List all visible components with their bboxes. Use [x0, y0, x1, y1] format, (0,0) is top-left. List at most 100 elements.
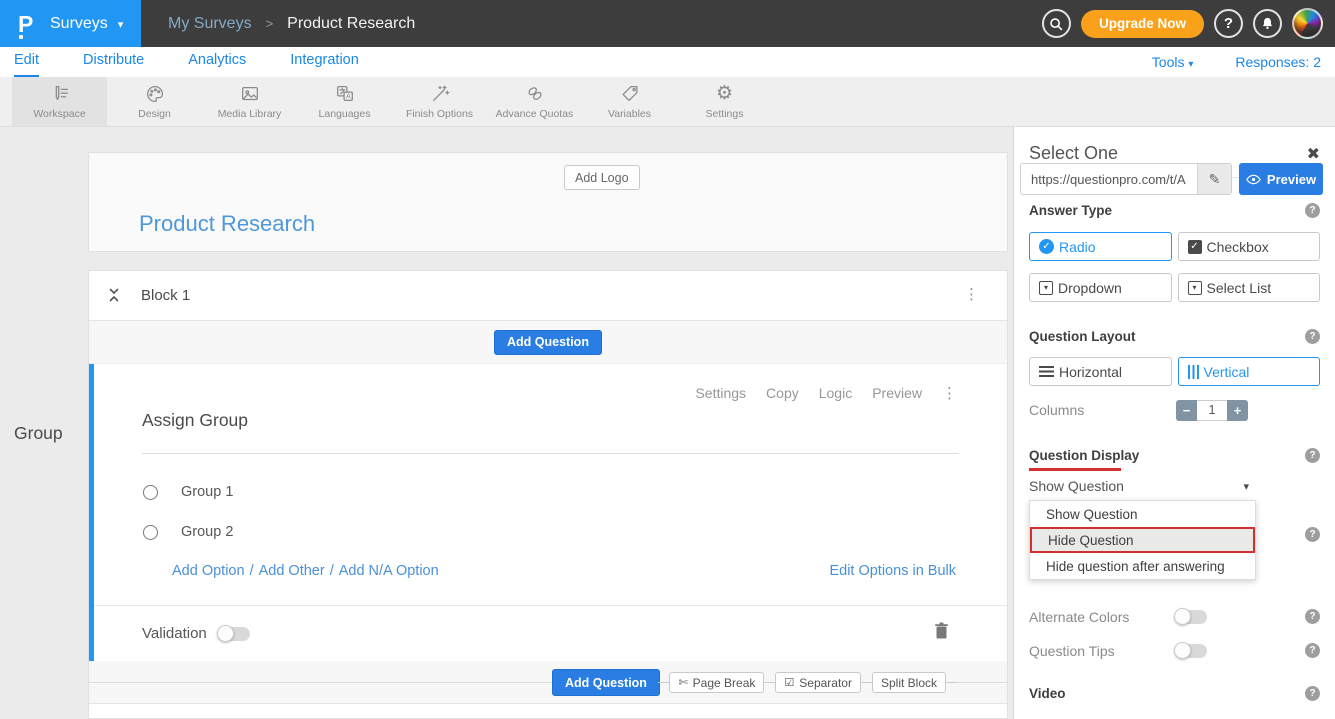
dropdown-option-hide-question[interactable]: Hide Question [1030, 527, 1255, 553]
toolbar-item-media-library[interactable]: Media Library [202, 77, 297, 126]
upgrade-now-button[interactable]: Upgrade Now [1081, 10, 1204, 38]
question-kebab-menu-icon[interactable]: ⋮ [942, 384, 957, 402]
tools-dropdown[interactable]: Tools ▾ [1152, 54, 1194, 70]
question-settings-link[interactable]: Settings [695, 385, 746, 401]
toolbar-item-label: Advance Quotas [496, 108, 574, 120]
answer-type-dropdown-button[interactable]: ▾ Dropdown [1029, 273, 1172, 302]
question-logic-link[interactable]: Logic [819, 385, 852, 401]
columns-value[interactable]: 1 [1197, 400, 1227, 421]
preview-button[interactable]: Preview [1239, 163, 1323, 195]
help-icon[interactable]: ? [1305, 203, 1320, 218]
dropdown-option-hide-after-answering[interactable]: Hide question after answering [1030, 553, 1255, 579]
help-icon[interactable]: ? [1305, 686, 1320, 701]
validation-toggle[interactable] [219, 627, 250, 641]
help-icon[interactable]: ? [1305, 527, 1320, 542]
question-display-select[interactable]: Show Question ▾ [1029, 478, 1256, 494]
add-option-link[interactable]: Add Option [172, 563, 245, 579]
tab-distribute[interactable]: Distribute [83, 47, 144, 77]
help-icon[interactable]: ? [1305, 643, 1320, 658]
gear-icon: ⚙ [716, 83, 733, 105]
validation-row: Validation [94, 605, 1007, 661]
add-na-option-link[interactable]: Add N/A Option [339, 563, 439, 579]
answer-option-label[interactable]: Group 2 [181, 524, 233, 540]
add-question-button-top[interactable]: Add Question [494, 330, 602, 355]
responses-count[interactable]: Responses: 2 [1235, 54, 1321, 70]
toolbar-item-settings[interactable]: ⚙ Settings [677, 77, 772, 126]
split-block-button[interactable]: Split Block [872, 672, 946, 693]
add-question-strip-top: Add Question [89, 321, 1007, 364]
answer-option-row[interactable]: Group 1 [143, 484, 233, 500]
tab-bar: Edit Distribute Analytics Integration To… [0, 47, 1335, 77]
columns-stepper: − 1 + [1176, 400, 1248, 421]
block-title[interactable]: Block 1 [141, 287, 190, 304]
question-settings-panel: Select One ✖ Answer Type ? ✓ Radio ✓ Che… [1013, 127, 1335, 719]
tab-integration[interactable]: Integration [290, 47, 359, 77]
svg-text:A: A [346, 94, 351, 101]
toolbar-item-label: Design [138, 108, 171, 120]
breadcrumb: My Surveys > Product Research [168, 0, 415, 47]
answer-type-radio-button[interactable]: ✓ Radio [1029, 232, 1172, 261]
palette-icon [144, 83, 166, 105]
annotation-red-underline [1029, 468, 1121, 471]
validation-label: Validation [142, 625, 207, 642]
toolbar-item-advance-quotas[interactable]: Advance Quotas [487, 77, 582, 126]
survey-url-field[interactable]: https://questionpro.com/t/A ✎ [1020, 163, 1232, 195]
question-title[interactable]: Assign Group [142, 410, 248, 430]
toolbar-item-finish-options[interactable]: Finish Options [392, 77, 487, 126]
toolbar-item-variables[interactable]: Variables [582, 77, 677, 126]
notifications-bell-icon[interactable] [1253, 9, 1282, 38]
dropdown-option-show-question[interactable]: Show Question [1030, 501, 1255, 527]
close-icon[interactable]: ✖ [1307, 144, 1320, 164]
question-copy-link[interactable]: Copy [766, 385, 799, 401]
columns-increment-button[interactable]: + [1227, 400, 1248, 421]
help-icon[interactable]: ? [1305, 448, 1320, 463]
page-break-button[interactable]: ✄ Page Break [669, 672, 764, 693]
search-icon[interactable] [1042, 9, 1071, 38]
question-display-selected-value: Show Question [1029, 478, 1124, 494]
add-logo-button[interactable]: Add Logo [564, 165, 640, 190]
survey-title[interactable]: Product Research [139, 211, 315, 237]
alternate-colors-label: Alternate Colors [1029, 609, 1129, 625]
columns-decrement-button[interactable]: − [1176, 400, 1197, 421]
delete-question-trash-icon[interactable] [934, 622, 949, 645]
radio-button-icon[interactable] [143, 525, 158, 540]
eye-icon [1246, 174, 1261, 185]
chevron-down-icon: ▾ [1243, 480, 1249, 493]
radio-button-icon[interactable] [143, 485, 158, 500]
separator-button[interactable]: ☑ Separator [775, 672, 861, 693]
answer-option-row[interactable]: Group 2 [143, 524, 233, 540]
help-circle-icon[interactable]: ? [1214, 9, 1243, 38]
question-tips-toggle[interactable] [1176, 644, 1207, 658]
breadcrumb-my-surveys[interactable]: My Surveys [168, 15, 252, 33]
help-icon[interactable]: ? [1305, 329, 1320, 344]
answer-option-label[interactable]: Group 1 [181, 484, 233, 500]
add-question-button-bottom[interactable]: Add Question [552, 669, 660, 696]
layout-vertical-button[interactable]: Vertical [1178, 357, 1321, 386]
tab-analytics[interactable]: Analytics [188, 47, 246, 77]
edit-url-pencil-icon[interactable]: ✎ [1197, 164, 1231, 194]
alternate-colors-toggle[interactable] [1176, 610, 1207, 624]
help-icon[interactable]: ? [1305, 609, 1320, 624]
user-avatar[interactable] [1292, 8, 1323, 39]
survey-url-value: https://questionpro.com/t/A [1021, 172, 1197, 187]
block-kebab-menu-icon[interactable]: ⋮ [964, 285, 979, 303]
workspace-icon [49, 83, 71, 105]
toolbar-item-workspace[interactable]: Workspace [12, 77, 107, 126]
panel-title: Select One [1029, 143, 1118, 164]
add-other-link[interactable]: Add Other [259, 563, 325, 579]
tab-edit[interactable]: Edit [14, 47, 39, 77]
toolbar-item-design[interactable]: Design [107, 77, 202, 126]
layout-horizontal-button[interactable]: Horizontal [1029, 357, 1172, 386]
answer-type-checkbox-button[interactable]: ✓ Checkbox [1178, 232, 1321, 261]
app-menu-surveys[interactable]: P Surveys ▾ [0, 0, 141, 47]
app-menu-label: Surveys [50, 15, 108, 33]
toolbar-item-languages[interactable]: A Languages [297, 77, 392, 126]
question-preview-link[interactable]: Preview [872, 385, 922, 401]
breadcrumb-separator-icon: > [266, 16, 274, 31]
edit-options-in-bulk-link[interactable]: Edit Options in Bulk [829, 563, 956, 579]
answer-type-select-list-button[interactable]: ▾ Select List [1178, 273, 1321, 302]
collapse-block-icon[interactable] [107, 285, 121, 310]
toolbar-item-label: Variables [608, 108, 651, 120]
video-label: Video [1029, 686, 1066, 701]
question-title-field[interactable]: Assign Group [142, 410, 959, 454]
